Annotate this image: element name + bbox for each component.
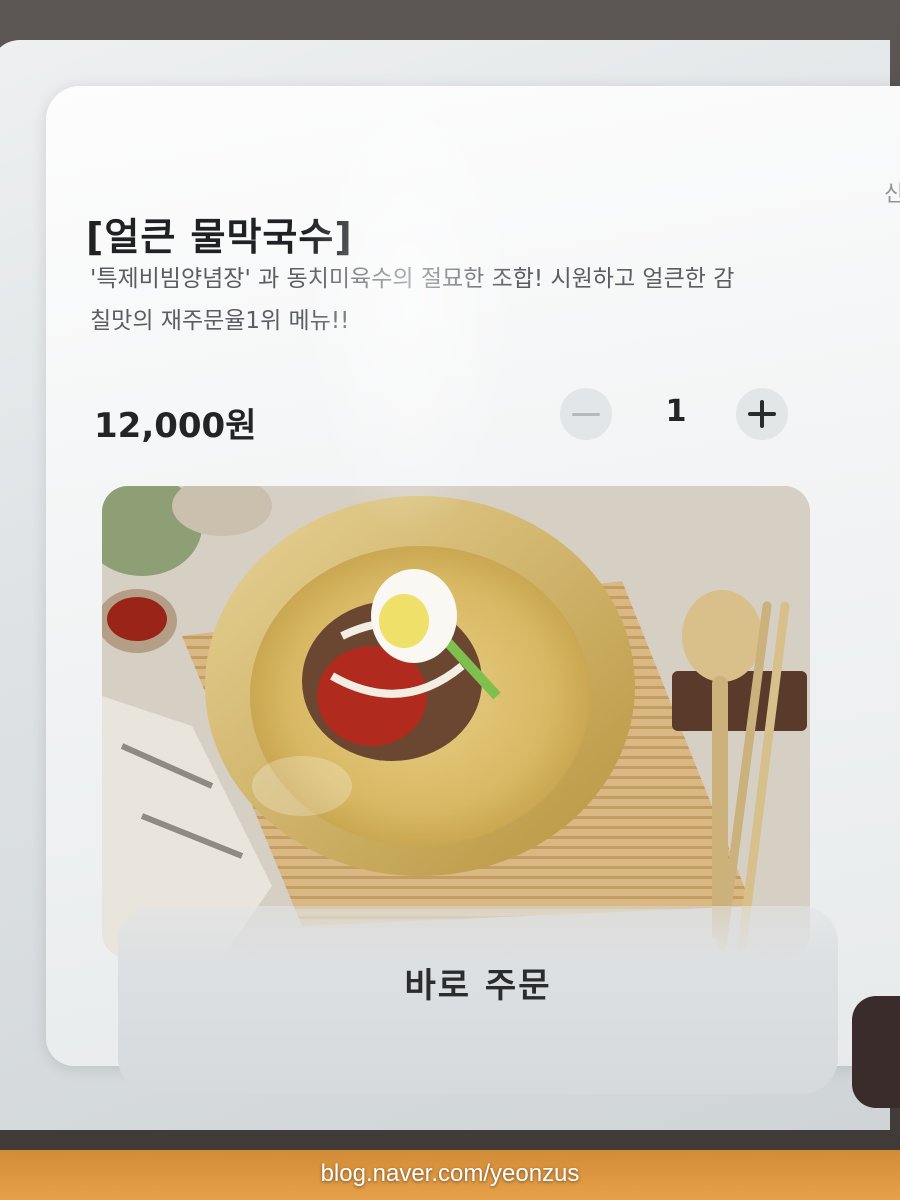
quantity-stepper: 1 [560,388,800,444]
order-now-label: 바로 주문 [404,966,552,1006]
menu-item-title: [얼큰 물막국수] [86,215,353,259]
description-line-1: '특제비빔양념장' 과 동치미육수의 절묘한 조합! 시원하고 얼큰한 감 [90,266,735,292]
partial-edge-text: 신 [884,182,900,207]
add-to-cart-button[interactable] [852,996,900,1108]
menu-item-description: '특제비빔양념장' 과 동치미육수의 절묘한 조합! 시원하고 얼큰한 감 칠맛… [90,258,830,342]
order-now-button[interactable]: 바로 주문 [118,906,838,1094]
quantity-value: 1 [665,394,687,429]
minus-icon [572,412,600,416]
increase-quantity-button[interactable] [736,388,788,440]
description-line-2: 칠맛의 재주문율1위 메뉴!! [90,308,350,334]
menu-item-photo [102,486,810,958]
decrease-quantity-button[interactable] [560,388,612,440]
naengmyeon-bowl-photo [102,486,810,958]
blog-watermark: blog.naver.com/yeonzus [320,1160,580,1187]
menu-item-price: 12,000원 [94,406,257,446]
